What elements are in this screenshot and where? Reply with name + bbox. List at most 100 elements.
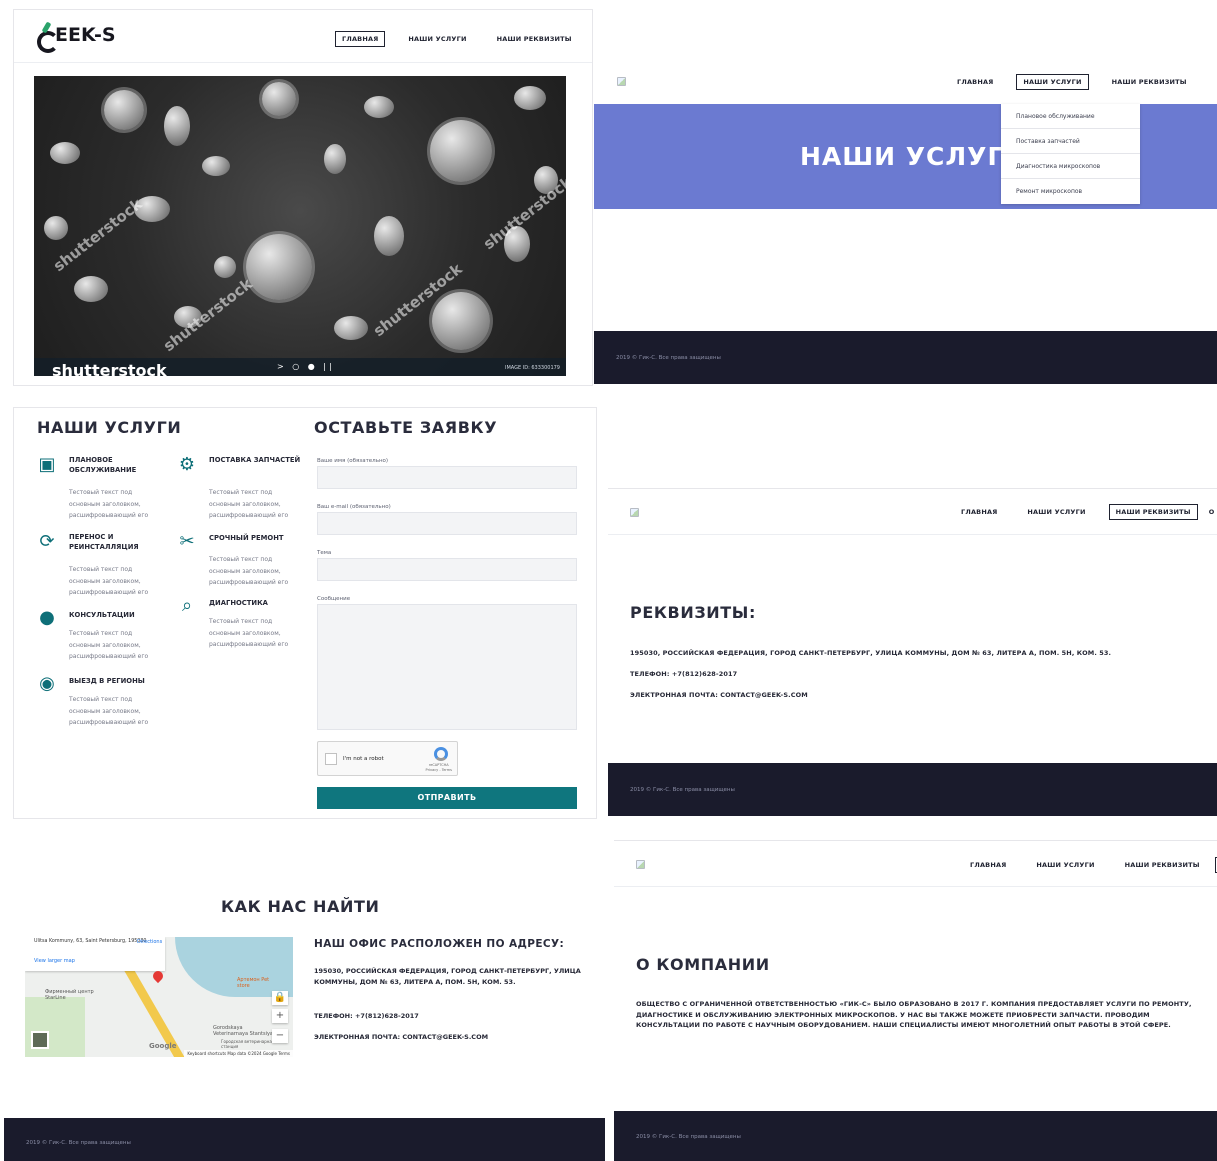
nav-home[interactable]: ГЛАВНАЯ [963, 857, 1013, 873]
service-desc: Тестовый текст под основным заголовком, … [209, 618, 289, 648]
map-attribution[interactable]: Keyboard shortcuts Map data ©2024 Google… [184, 1050, 293, 1057]
recaptcha-checkbox[interactable] [325, 753, 337, 765]
service-title: Консультации [69, 611, 135, 619]
broken-logo-icon [630, 508, 639, 517]
main-nav: ГЛАВНАЯ НАШИ УСЛУГИ НАШИ РЕКВИЗИТЫ О НАС [950, 74, 1217, 90]
office-address: 195030, РОССИЙСКАЯ ФЕДЕРАЦИЯ, ГОРОД САНК… [314, 967, 581, 986]
email-line: ЭЛЕКТРОННАЯ ПОЧТА: CONTACT@GEEK-S.COM [630, 691, 808, 699]
email-field[interactable] [317, 512, 577, 535]
logo-text: EEK-S [55, 24, 116, 46]
calendar-icon: ▣ [38, 454, 56, 475]
message-textarea[interactable] [317, 604, 577, 730]
nav-home[interactable]: ГЛАВНАЯ [950, 74, 1000, 90]
footer: 2019 © Гик-С. Все права защищены [4, 1118, 605, 1161]
requisites-title: РЕКВИЗИТЫ: [630, 603, 756, 622]
watermark-footer: shutterstock [52, 361, 167, 376]
slider-controls[interactable]: > ○ ● || [277, 362, 335, 371]
footer: 2019 © Гик-С. Все права защищены [608, 763, 1217, 816]
subject-field[interactable] [317, 558, 577, 581]
nav-home[interactable]: ГЛАВНАЯ [954, 504, 1004, 520]
recaptcha-widget: I'm not a robot reCAPTCHA Privacy - Term… [317, 741, 458, 776]
nav-requisites[interactable]: НАШИ РЕКВИЗИТЫ [490, 31, 579, 47]
address-line: 195030, РОССИЙСКАЯ ФЕДЕРАЦИЯ, ГОРОД САНК… [630, 649, 1112, 657]
broken-logo-icon [617, 77, 626, 86]
recaptcha-label: I'm not a robot [343, 756, 384, 762]
service-title: Плановое обслуживание [69, 456, 137, 474]
image-id: IMAGE ID: 633300179 [505, 365, 560, 371]
name-label: Ваше имя (обязательно) [317, 458, 389, 464]
nav-services[interactable]: НАШИ УСЛУГИ [1029, 857, 1101, 873]
microscope-logo-icon [36, 22, 59, 53]
nav-home[interactable]: ГЛАВНАЯ [335, 31, 386, 47]
map-larger-link[interactable]: View larger map [34, 958, 75, 964]
broken-logo-icon [636, 860, 645, 869]
lock-icon[interactable]: 🔒 [272, 991, 288, 1005]
contacts-page-panel: КАК НАС НАЙТИ Ulitsa Kommuny, 63, Saint … [4, 860, 605, 1161]
requisites-page-panel: ГЛАВНАЯ НАШИ УСЛУГИ НАШИ РЕКВИЗИТЫ О НАС… [608, 488, 1217, 816]
nav-services[interactable]: НАШИ УСЛУГИ [401, 31, 473, 47]
service-desc: Тестовый текст под основным заголовком, … [209, 489, 289, 519]
recaptcha-brand-text: reCAPTCHA [428, 763, 449, 767]
zoom-in-button[interactable]: + [272, 1009, 288, 1023]
zoom-out-button[interactable]: − [272, 1029, 288, 1043]
message-label: Сообщение [317, 596, 351, 602]
main-nav: ГЛАВНАЯ НАШИ УСЛУГИ НАШИ РЕКВИЗИТЫ О НАС [963, 857, 1217, 873]
service-title: Выезд в регионы [69, 677, 145, 685]
header-divider [14, 62, 592, 63]
map-label: Gorodskaya Veterinarnaya Stantsiya [213, 1025, 273, 1037]
google-map[interactable]: Ulitsa Kommuny, 63, Saint Petersburg, 19… [25, 937, 293, 1057]
logo[interactable]: EEK-S [36, 22, 116, 53]
service-title: Перенос и реинсталляция [69, 533, 139, 551]
banner-title: НАШИ УСЛУГИ [800, 142, 1027, 171]
about-text: ОБЩЕСТВО С ОГРАНИЧЕННОЙ ОТВЕТСТВЕННОСТЬЮ… [636, 1000, 1192, 1029]
nav-requisites[interactable]: НАШИ РЕКВИЗИТЫ [1108, 504, 1198, 520]
services-dropdown: Плановое обслуживание Поставка запчастей… [1001, 104, 1140, 204]
home-page-panel: EEK-S ГЛАВНАЯ НАШИ УСЛУГИ НАШИ РЕКВИЗИТЫ… [14, 10, 592, 385]
google-logo: Google [149, 1042, 177, 1050]
map-label: Артемон Pet store [237, 977, 270, 989]
map-pin-icon[interactable] [150, 968, 166, 984]
name-field[interactable] [317, 466, 577, 489]
gears-icon: ⚙ [178, 454, 196, 475]
header-divider [608, 534, 1217, 535]
recaptcha-brand: reCAPTCHA Privacy - Terms [426, 763, 452, 772]
phone-line: ТЕЛЕФОН: +7(812)628-2017 [630, 670, 738, 678]
services-form-panel: НАШИ УСЛУГИ ▣ Плановое обслуживание Тест… [14, 408, 596, 818]
nav-about[interactable]: О НАС [1202, 504, 1217, 520]
service-desc: Тестовый текст под основным заголовком, … [69, 696, 149, 726]
services-page-panel: ГЛАВНАЯ НАШИ УСЛУГИ НАШИ РЕКВИЗИТЫ О НАС… [594, 58, 1217, 384]
submit-button[interactable]: ОТПРАВИТЬ [317, 787, 577, 809]
service-desc: Тестовый текст под основным заголовком, … [69, 630, 149, 660]
service-title: Диагностика [209, 599, 268, 607]
dropdown-item[interactable]: Ремонт микроскопов [1001, 179, 1140, 204]
header-divider [614, 886, 1217, 887]
footer: 2019 © Гик-С. Все права защищены [594, 331, 1217, 384]
services-title: НАШИ УСЛУГИ [37, 418, 182, 437]
satellite-toggle[interactable] [31, 1031, 49, 1049]
nav-requisites[interactable]: НАШИ РЕКВИЗИТЫ [1118, 857, 1207, 873]
nav-requisites[interactable]: НАШИ РЕКВИЗИТЫ [1105, 74, 1194, 90]
recaptcha-terms[interactable]: Privacy - Terms [426, 768, 452, 773]
subject-label: Тема [317, 550, 332, 556]
dropdown-item[interactable]: Плановое обслуживание [1001, 104, 1140, 129]
dropdown-item[interactable]: Поставка запчастей [1001, 129, 1140, 154]
about-page-panel: ГЛАВНАЯ НАШИ УСЛУГИ НАШИ РЕКВИЗИТЫ О НАС… [614, 840, 1217, 1161]
nav-services[interactable]: НАШИ УСЛУГИ [1016, 74, 1089, 90]
office-title: НАШ ОФИС РАСПОЛОЖЕН ПО АДРЕСУ: [314, 938, 565, 950]
form-title: ОСТАВЬТЕ ЗАЯВКУ [314, 418, 498, 437]
hero-slider[interactable]: shutterstock shutterstock shutterstock s… [34, 76, 566, 376]
copyright: 2019 © Гик-С. Все права защищены [636, 1134, 741, 1140]
nav-services[interactable]: НАШИ УСЛУГИ [1020, 504, 1092, 520]
map-directions-link[interactable]: Directions [137, 939, 162, 945]
service-desc: Тестовый текст под основным заголовком, … [209, 556, 289, 586]
recaptcha-icon [434, 747, 448, 761]
nav-about[interactable]: О НАС [1210, 74, 1217, 90]
service-title: Срочный ремонт [209, 534, 284, 542]
main-nav: ГЛАВНАЯ НАШИ УСЛУГИ НАШИ РЕКВИЗИТЫ О НАС [335, 31, 592, 47]
map-label: Фирменный центр StarLine [45, 989, 94, 1001]
copyright: 2019 © Гик-С. Все права защищены [616, 355, 721, 361]
main-nav: ГЛАВНАЯ НАШИ УСЛУГИ НАШИ РЕКВИЗИТЫ О НАС [954, 504, 1217, 520]
service-title: Поставка запчастей [209, 456, 301, 464]
dropdown-item[interactable]: Диагностика микроскопов [1001, 154, 1140, 179]
copyright: 2019 © Гик-С. Все права защищены [26, 1140, 131, 1146]
